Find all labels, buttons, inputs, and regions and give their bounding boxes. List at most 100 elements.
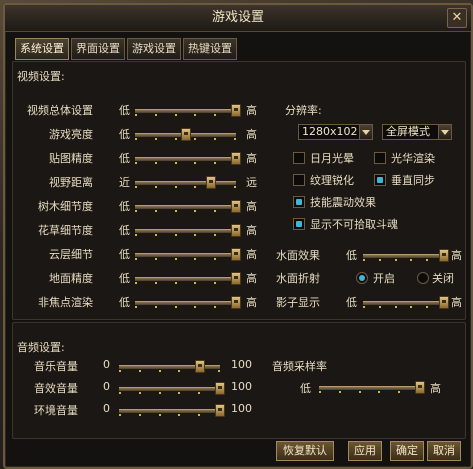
slider-tick — [155, 138, 157, 140]
audio-slider[interactable] — [119, 360, 220, 373]
slider-tick — [135, 282, 137, 284]
video-slider[interactable] — [135, 248, 241, 261]
slider-tick — [155, 186, 157, 188]
checkbox-skill-shake[interactable] — [293, 196, 305, 208]
slider-thumb[interactable] — [206, 176, 216, 189]
slider-track[interactable] — [119, 387, 220, 391]
tab-interface-settings[interactable]: 界面设置 — [71, 38, 125, 60]
tab-game-settings[interactable]: 游戏设置 — [127, 38, 181, 60]
slider-tick — [175, 210, 177, 212]
slider-tick — [214, 138, 216, 140]
restore-defaults-button[interactable]: 恢复默认 — [276, 441, 334, 461]
close-icon[interactable]: ✕ — [447, 8, 467, 28]
video-slider[interactable] — [135, 224, 241, 237]
slider-track[interactable] — [135, 253, 236, 257]
slider-tick — [155, 234, 157, 236]
slider-tick — [135, 234, 137, 236]
slider-thumb[interactable] — [215, 404, 225, 417]
water-effect-min: 低 — [346, 249, 357, 262]
slider-thumb[interactable] — [439, 249, 449, 262]
slider-thumb[interactable] — [181, 128, 191, 141]
slider-track[interactable] — [363, 254, 444, 258]
slider-tick — [395, 306, 397, 308]
slider-tick — [135, 210, 137, 212]
slider-tick — [175, 162, 177, 164]
sample-rate-slider[interactable] — [319, 381, 425, 394]
slider-tick — [410, 306, 412, 308]
checkbox-label: 显示不可拾取斗魂 — [310, 218, 398, 231]
slider-thumb[interactable] — [231, 104, 241, 117]
video-section-label: 视频设置: — [17, 70, 65, 83]
video-slider[interactable] — [135, 104, 241, 117]
video-slider[interactable] — [135, 296, 241, 309]
radio-refraction-on[interactable] — [356, 272, 368, 284]
ok-button[interactable]: 确定 — [390, 441, 424, 461]
audio-slider[interactable] — [119, 382, 225, 395]
slider-thumb[interactable] — [231, 248, 241, 261]
video-slider[interactable] — [135, 272, 241, 285]
slider-tick — [135, 306, 137, 308]
video-slider-label: 花草细节度 — [38, 224, 93, 237]
slider-thumb[interactable] — [415, 381, 425, 394]
video-slider-max: 远 — [246, 176, 257, 189]
display-mode-select[interactable]: 全屏模式 — [382, 124, 452, 140]
slider-thumb[interactable] — [231, 296, 241, 309]
slider-thumb[interactable] — [231, 152, 241, 165]
shadow-max: 高 — [451, 296, 462, 309]
settings-window: 游戏设置 ✕ 系统设置 界面设置 游戏设置 热键设置 视频设置: 视频总体设置低… — [3, 3, 473, 469]
video-slider[interactable] — [135, 200, 241, 213]
resolution-value: 1280x102 — [302, 125, 358, 138]
slider-tick — [359, 391, 361, 393]
slider-tick — [234, 186, 236, 188]
checkbox-texture-sharpen[interactable] — [293, 174, 305, 186]
slider-track[interactable] — [119, 409, 220, 413]
slider-track[interactable] — [319, 386, 420, 390]
slider-thumb[interactable] — [215, 382, 225, 395]
slider-tick — [339, 391, 341, 393]
slider-thumb[interactable] — [231, 272, 241, 285]
slider-track[interactable] — [135, 157, 236, 161]
slider-tick — [139, 392, 141, 394]
slider-tick — [139, 414, 141, 416]
slider-track[interactable] — [135, 181, 236, 185]
slider-thumb[interactable] — [195, 360, 205, 373]
slider-track[interactable] — [135, 277, 236, 281]
sample-rate-max: 高 — [430, 382, 441, 395]
tab-system-settings[interactable]: 系统设置 — [15, 38, 69, 60]
audio-slider-min: 0 — [103, 380, 110, 393]
apply-button[interactable]: 应用 — [348, 441, 382, 461]
slider-track[interactable] — [135, 229, 236, 233]
checkbox-glow-render[interactable] — [374, 152, 386, 164]
video-slider[interactable] — [135, 128, 236, 141]
slider-track[interactable] — [135, 301, 236, 305]
checkbox-show-unpickable-soul[interactable] — [293, 218, 305, 230]
audio-slider[interactable] — [119, 404, 225, 417]
slider-track[interactable] — [135, 205, 236, 209]
cancel-button[interactable]: 取消 — [427, 441, 461, 461]
checkbox-sun-moon-halo[interactable] — [293, 152, 305, 164]
shadow-slider[interactable] — [363, 296, 449, 309]
slider-tick — [194, 138, 196, 140]
slider-thumb[interactable] — [231, 200, 241, 213]
window-titlebar[interactable]: 游戏设置 ✕ — [5, 5, 471, 32]
radio-label: 开启 — [373, 272, 395, 285]
resolution-select[interactable]: 1280x102 — [298, 124, 373, 140]
video-slider[interactable] — [135, 152, 241, 165]
video-slider[interactable] — [135, 176, 236, 189]
slider-track[interactable] — [135, 109, 236, 113]
sample-rate-min: 低 — [300, 382, 311, 395]
slider-tick — [218, 370, 220, 372]
tab-hotkey-settings[interactable]: 热键设置 — [183, 38, 237, 60]
chevron-down-icon[interactable] — [438, 125, 451, 139]
slider-thumb[interactable] — [231, 224, 241, 237]
water-effect-slider[interactable] — [363, 249, 449, 262]
slider-tick — [159, 370, 161, 372]
video-slider-label: 贴图精度 — [49, 152, 93, 165]
checkbox-vsync[interactable] — [374, 174, 386, 186]
audio-slider-min: 0 — [103, 358, 110, 371]
video-slider-label: 地面精度 — [49, 272, 93, 285]
chevron-down-icon[interactable] — [359, 125, 372, 139]
slider-thumb[interactable] — [439, 296, 449, 309]
slider-track[interactable] — [363, 301, 444, 305]
radio-refraction-off[interactable] — [417, 272, 429, 284]
